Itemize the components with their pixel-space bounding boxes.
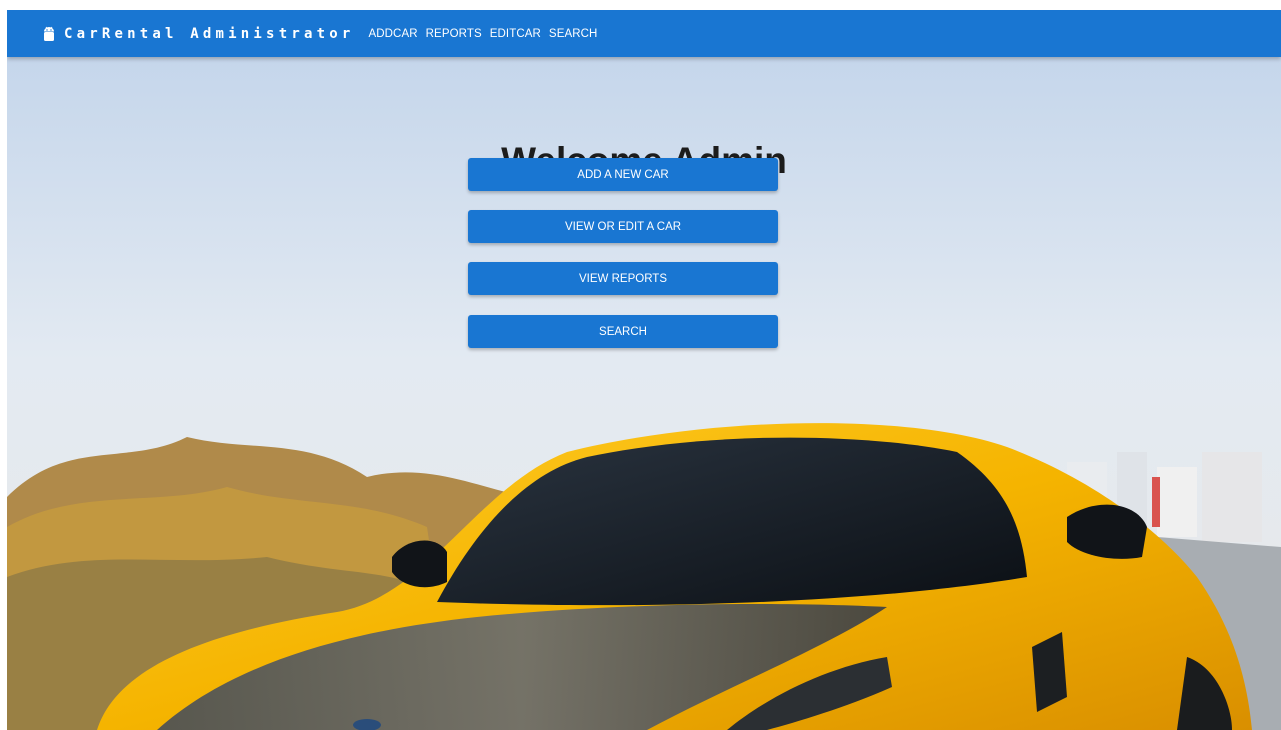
view-edit-car-button[interactable]: VIEW OR EDIT A CAR <box>468 210 778 243</box>
brand-title: CarRental Administrator <box>64 25 355 42</box>
brand[interactable]: CarRental Administrator <box>43 26 354 42</box>
app-frame: CarRental Administrator ADDCAR REPORTS E… <box>7 10 1281 730</box>
search-button[interactable]: SEARCH <box>468 315 778 348</box>
top-app-bar: CarRental Administrator ADDCAR REPORTS E… <box>7 10 1281 57</box>
nav-links: ADDCAR REPORTS EDITCAR SEARCH <box>368 28 605 40</box>
nav-reports[interactable]: REPORTS <box>426 28 482 40</box>
nav-editcar[interactable]: EDITCAR <box>490 28 541 40</box>
add-new-car-button[interactable]: ADD A NEW CAR <box>468 158 778 191</box>
nav-search[interactable]: SEARCH <box>549 28 598 40</box>
android-icon <box>44 26 54 41</box>
nav-addcar[interactable]: ADDCAR <box>368 28 417 40</box>
hero-background: Welcome Admin ADD A NEW CAR VIEW OR EDIT… <box>7 57 1281 730</box>
view-reports-button[interactable]: VIEW REPORTS <box>468 262 778 295</box>
